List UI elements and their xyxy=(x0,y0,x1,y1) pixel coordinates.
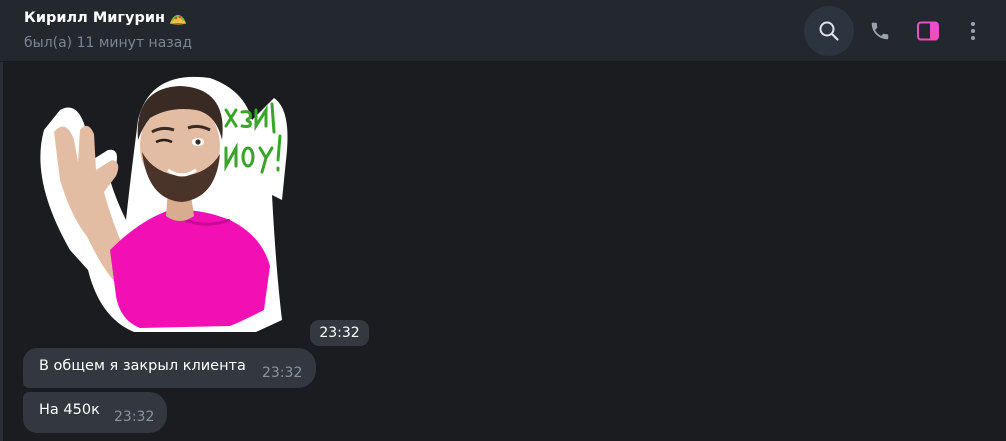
message-text: В общем я закрыл клиента xyxy=(39,358,246,374)
search-button[interactable] xyxy=(804,6,854,56)
sidebar-edge xyxy=(0,62,3,441)
search-icon xyxy=(819,21,839,41)
toggle-sidebar-button[interactable] xyxy=(903,6,953,56)
more-vertical-icon xyxy=(971,22,975,40)
sticker-message[interactable] xyxy=(30,70,298,338)
chat-title-block[interactable]: Кирилл Мигурин был(а) 11 минут назад xyxy=(24,9,192,52)
phone-icon xyxy=(871,22,889,40)
more-options-button[interactable] xyxy=(948,6,998,56)
sticker-image xyxy=(40,76,288,333)
message-bubble[interactable]: На 450к 23:32 xyxy=(23,392,167,433)
taco-emoji-icon xyxy=(169,14,187,25)
sticker-timestamp: 23:32 xyxy=(310,320,369,346)
message-text: На 450к xyxy=(39,402,100,418)
message-bubble[interactable]: В общем я закрыл клиента 23:32 xyxy=(23,348,316,388)
chat-title-text: Кирилл Мигурин xyxy=(24,10,166,26)
last-seen-status: был(а) 11 минут назад xyxy=(24,35,192,51)
message-timestamp: 23:32 xyxy=(262,365,303,381)
chat-header: Кирилл Мигурин был(а) 11 минут назад xyxy=(0,0,1006,62)
message-timestamp: 23:32 xyxy=(114,409,155,425)
call-button[interactable] xyxy=(855,6,905,56)
sidebar-toggle-icon xyxy=(917,21,939,41)
chat-title[interactable]: Кирилл Мигурин xyxy=(24,9,192,27)
